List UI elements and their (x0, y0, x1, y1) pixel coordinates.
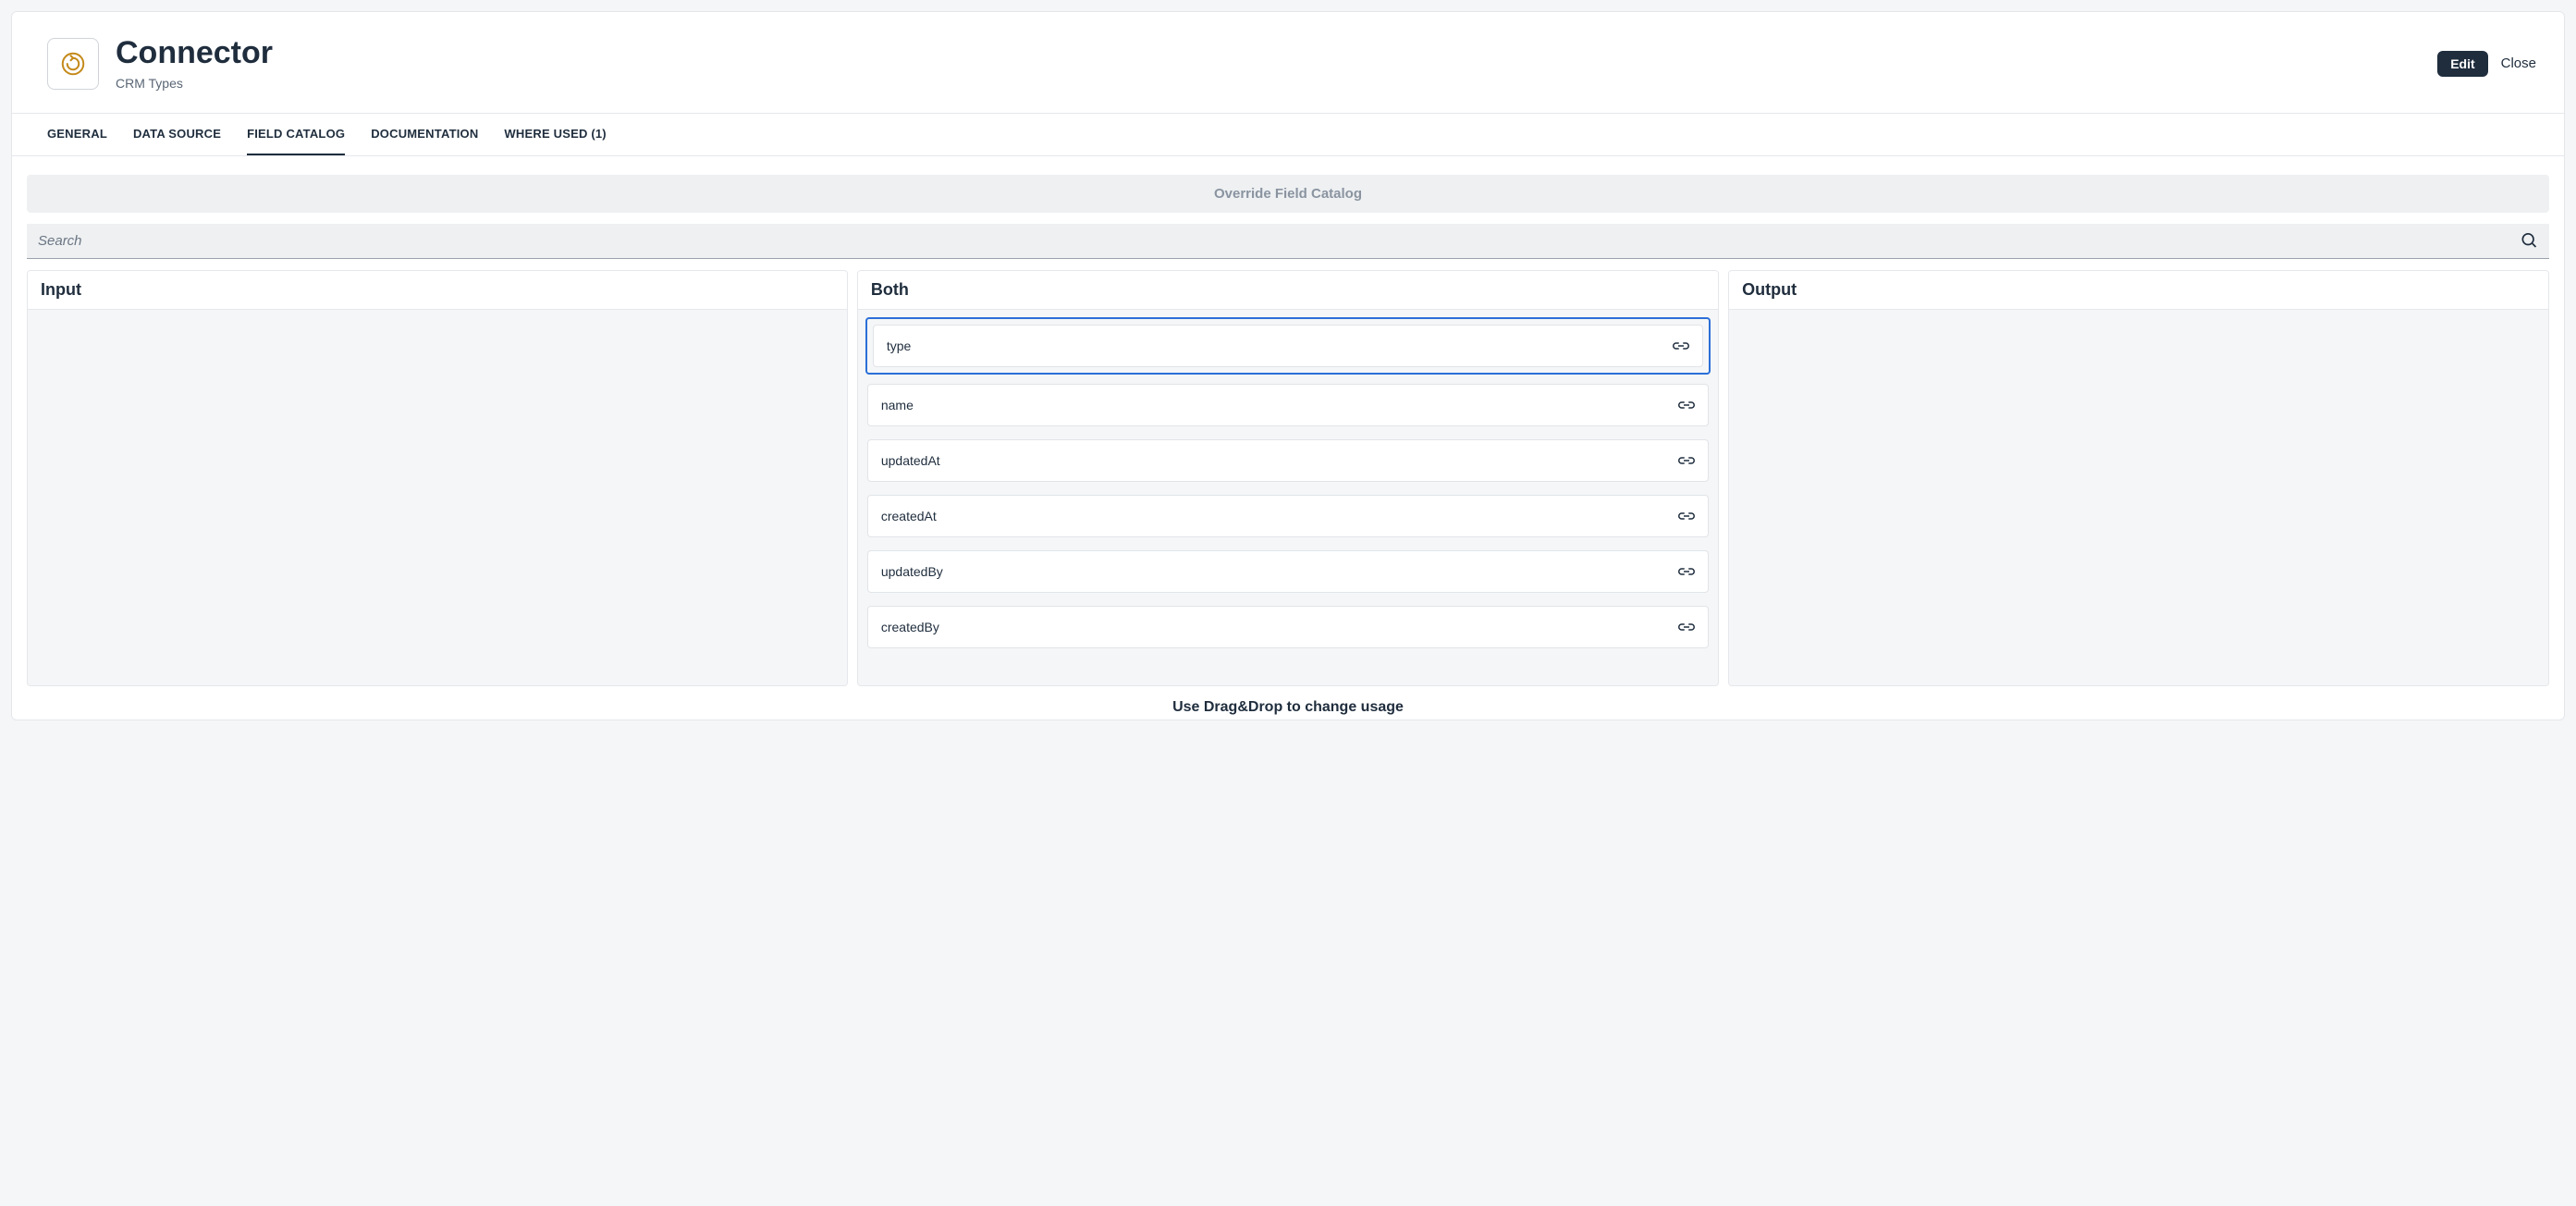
tab-general[interactable]: GENERAL (47, 114, 107, 155)
tab-data-source[interactable]: DATA SOURCE (133, 114, 221, 155)
link-icon (1678, 454, 1695, 467)
page-header: Connector CRM Types Edit Close (12, 12, 2564, 114)
link-icon (1678, 399, 1695, 412)
column-input: Input (27, 270, 848, 686)
column-both-title: Both (858, 271, 1718, 310)
header-left: Connector CRM Types (47, 36, 273, 91)
column-both-body[interactable]: type name (858, 310, 1718, 652)
field-item[interactable]: createdAt (867, 495, 1709, 537)
field-label: createdAt (881, 509, 937, 523)
tab-where-used[interactable]: WHERE USED (1) (504, 114, 606, 155)
field-item[interactable]: name (867, 384, 1709, 426)
page-subtitle: CRM Types (116, 76, 273, 91)
connector-icon (47, 38, 99, 90)
header-actions: Edit Close (2437, 51, 2536, 77)
field-columns: Input Both type (27, 270, 2549, 686)
header-titles: Connector CRM Types (116, 36, 273, 91)
column-input-title: Input (28, 271, 847, 310)
search-input[interactable] (27, 224, 2549, 259)
close-button[interactable]: Close (2501, 55, 2536, 71)
column-input-body[interactable] (28, 310, 847, 325)
selected-field-group: type (865, 317, 1711, 375)
link-icon (1673, 339, 1689, 352)
drag-drop-hint: Use Drag&Drop to change usage (27, 686, 2549, 720)
link-icon (1678, 510, 1695, 523)
edit-button[interactable]: Edit (2437, 51, 2487, 77)
field-label: updatedBy (881, 564, 943, 579)
search-icon[interactable] (2516, 228, 2542, 256)
column-output: Output (1728, 270, 2549, 686)
field-item[interactable]: updatedBy (867, 550, 1709, 593)
field-label: updatedAt (881, 453, 940, 468)
field-label: name (881, 398, 914, 412)
field-label: createdBy (881, 620, 939, 634)
page-title: Connector (116, 36, 273, 70)
tab-bar: GENERAL DATA SOURCE FIELD CATALOG DOCUME… (12, 114, 2564, 156)
field-label: type (887, 338, 911, 353)
override-field-catalog-button[interactable]: Override Field Catalog (27, 175, 2549, 213)
field-item[interactable]: createdBy (867, 606, 1709, 648)
column-both: Both type (857, 270, 1719, 686)
column-output-body[interactable] (1729, 310, 2548, 325)
field-item[interactable]: updatedAt (867, 439, 1709, 482)
tab-body: Override Field Catalog Input (12, 156, 2564, 720)
link-icon (1678, 565, 1695, 578)
link-icon (1678, 621, 1695, 634)
tab-documentation[interactable]: DOCUMENTATION (371, 114, 478, 155)
tab-field-catalog[interactable]: FIELD CATALOG (247, 114, 345, 155)
column-output-title: Output (1729, 271, 2548, 310)
field-item[interactable]: type (873, 325, 1703, 367)
search-wrap (27, 224, 2549, 259)
